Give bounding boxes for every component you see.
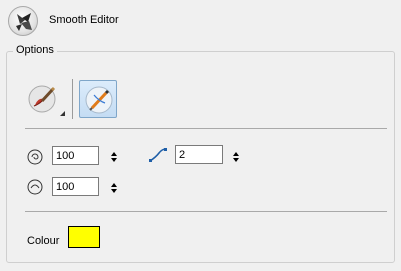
- smoothness-input[interactable]: [52, 146, 99, 165]
- radius-input[interactable]: [52, 177, 99, 196]
- spiral-icon: [27, 149, 43, 168]
- options-label: Options: [13, 44, 57, 56]
- tool-title: Smooth Editor: [49, 14, 119, 26]
- mode-separator: [72, 79, 73, 119]
- colour-label: Colour: [27, 235, 60, 247]
- circle-radius-icon: [27, 179, 43, 198]
- contour-points-input[interactable]: [175, 145, 223, 164]
- dropdown-indicator-icon: [60, 111, 65, 116]
- smooth-mode-button[interactable]: [79, 80, 117, 118]
- colour-swatch[interactable]: [68, 226, 100, 248]
- brush-mode-button[interactable]: [26, 81, 65, 119]
- smooth-editor-tool-icon: [8, 6, 38, 36]
- contour-points-spinner[interactable]: [233, 152, 240, 163]
- curve-points-icon: [148, 147, 168, 166]
- tool-header: Smooth Editor: [0, 0, 401, 44]
- options-divider-top: [25, 128, 387, 129]
- smoothness-spinner[interactable]: [111, 152, 118, 163]
- radius-spinner[interactable]: [111, 183, 118, 194]
- options-divider-bottom: [25, 211, 387, 212]
